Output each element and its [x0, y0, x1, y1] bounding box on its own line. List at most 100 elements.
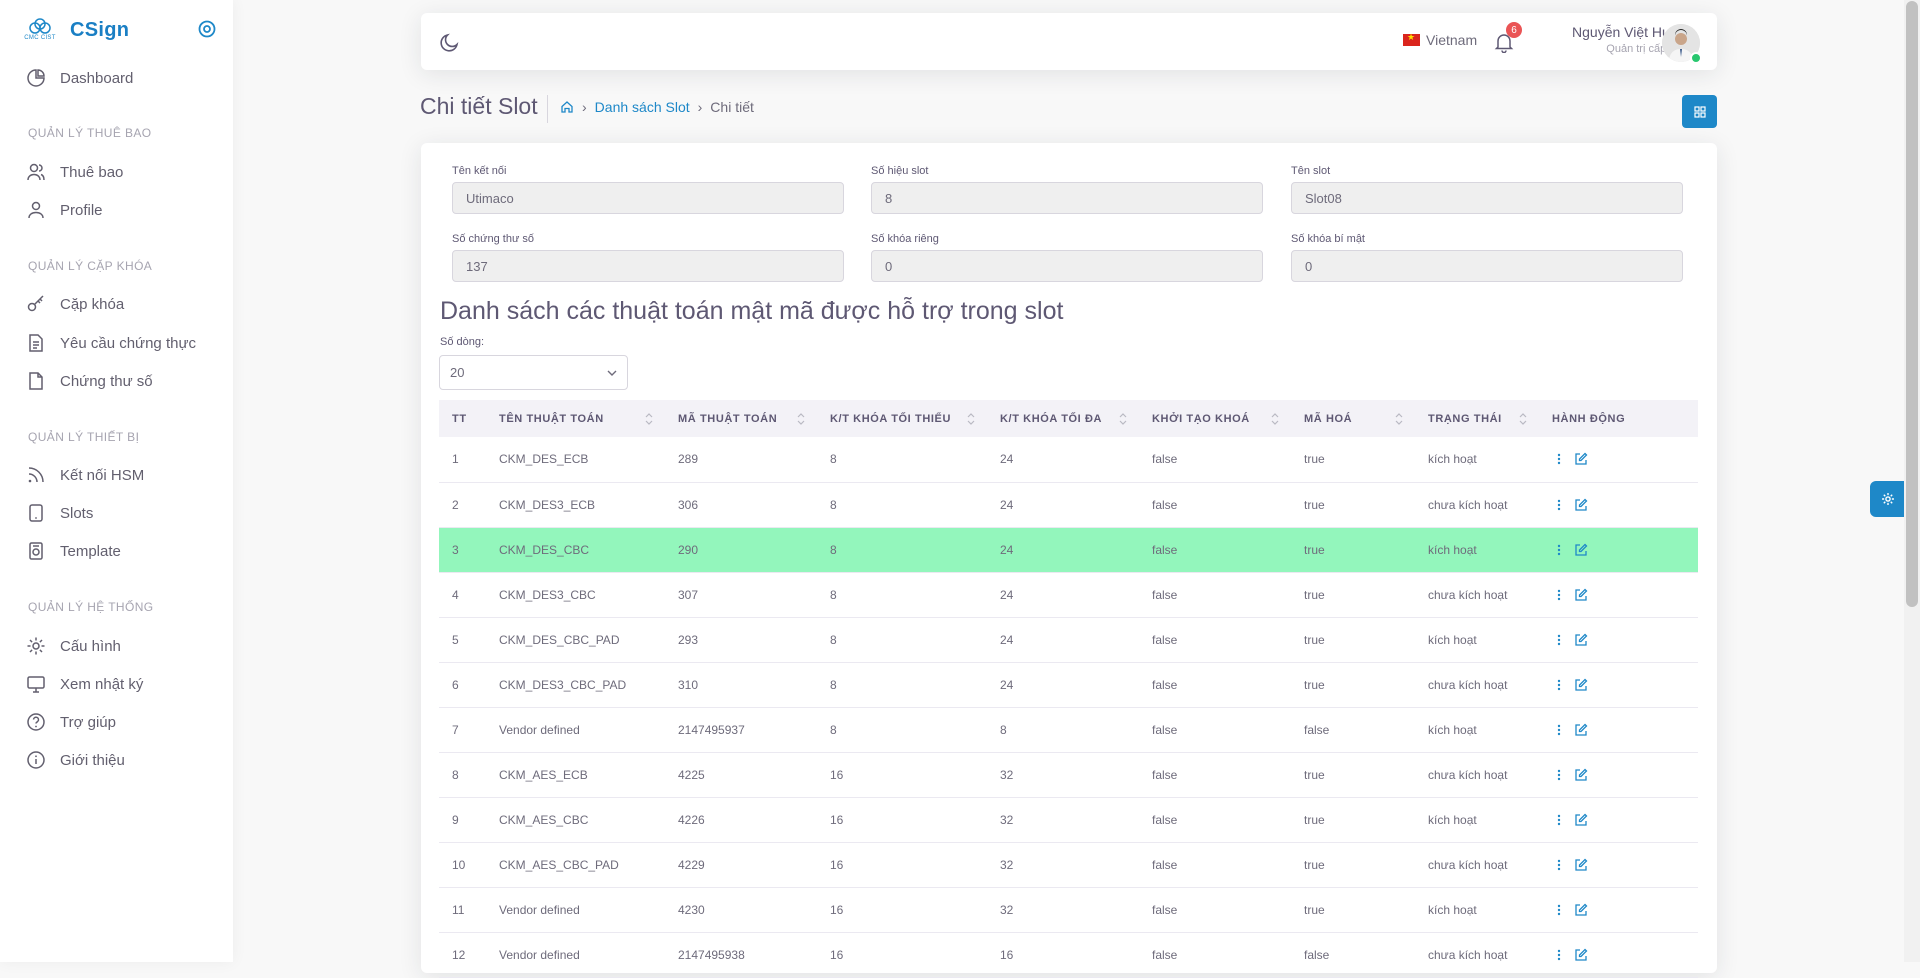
slot-name-label: Tên slot	[1291, 165, 1331, 177]
connection-name-field[interactable]: Utimaco	[452, 182, 844, 214]
more-vertical-icon[interactable]	[1552, 813, 1566, 827]
sidebar-item-certificates[interactable]: Chứng thư số	[26, 370, 153, 392]
column-header-name[interactable]: TÊN THUẬT TOÁN	[486, 400, 665, 437]
edit-icon[interactable]	[1574, 768, 1588, 782]
cell-keygen: false	[1152, 947, 1178, 962]
column-header-code[interactable]: MÃ THUẬT TOÁN	[665, 400, 817, 437]
edit-icon[interactable]	[1574, 588, 1588, 602]
sidebar-item-subscribers[interactable]: Thuê bao	[26, 161, 123, 183]
language-selector[interactable]: Vietnam	[1403, 32, 1477, 48]
sidebar-item-settings[interactable]: Cấu hình	[26, 635, 121, 657]
grid-menu-button[interactable]	[1682, 95, 1717, 128]
sidebar-item-label: Chứng thư số	[60, 372, 153, 390]
sidebar-item-template[interactable]: Template	[26, 540, 121, 562]
table-row[interactable]: 1 CKM_DES_ECB 289 8 24 false true kích hoạt	[439, 437, 1698, 482]
slot-number-field[interactable]: 8	[871, 182, 1263, 214]
cell-encrypt: true	[1304, 632, 1325, 647]
edit-icon[interactable]	[1574, 543, 1588, 557]
algorithms-table-body: 1 CKM_DES_ECB 289 8 24 false true kích hoạt 2 CKM…	[439, 437, 1698, 977]
column-header-status[interactable]: TRẠNG THÁI	[1415, 400, 1539, 437]
column-header-encrypt[interactable]: MÃ HOÁ	[1291, 400, 1415, 437]
rows-per-page-value: 20	[450, 365, 465, 380]
table-row[interactable]: 11 Vendor defined 4230 16 32 false true kích ho…	[439, 887, 1698, 932]
edit-icon[interactable]	[1574, 903, 1588, 917]
column-header-label: MÃ HOÁ	[1304, 412, 1353, 425]
more-vertical-icon[interactable]	[1552, 498, 1566, 512]
edit-icon[interactable]	[1574, 813, 1588, 827]
secret-key-count-field[interactable]: 0	[1291, 250, 1683, 282]
private-key-count-field[interactable]: 0	[871, 250, 1263, 282]
sidebar-toggle-icon[interactable]	[197, 19, 217, 39]
table-row[interactable]: 10 CKM_AES_CBC_PAD 4229 16 32 false true chưa k…	[439, 842, 1698, 887]
private-key-count-label: Số khóa riêng	[871, 233, 939, 245]
cell-status: kích hoạt	[1428, 542, 1477, 557]
cell-encrypt: true	[1304, 452, 1325, 467]
more-vertical-icon[interactable]	[1552, 723, 1566, 737]
moon-icon[interactable]	[439, 31, 461, 53]
cell-actions	[1539, 797, 1698, 842]
table-row[interactable]: 7 Vendor defined 2147495937 8 8 false false kíc…	[439, 707, 1698, 752]
cell-keygen: false	[1152, 632, 1178, 647]
row-actions	[1552, 768, 1698, 782]
column-header-keygen[interactable]: KHỞI TẠO KHOÁ	[1139, 400, 1291, 437]
table-row[interactable]: 2 CKM_DES3_ECB 306 8 24 false true chưa kích ho…	[439, 482, 1698, 527]
customizer-toggle-button[interactable]	[1870, 481, 1906, 517]
sidebar-item-help[interactable]: Trợ giúp	[26, 711, 116, 733]
pie-chart-icon	[27, 69, 45, 87]
cell-status: kích hoạt	[1428, 632, 1477, 647]
sort-icon	[645, 413, 653, 425]
scrollbar-thumb[interactable]	[1906, 1, 1918, 607]
more-vertical-icon[interactable]	[1552, 543, 1566, 557]
cell-max-key: 24	[1000, 677, 1014, 692]
cell-status: chưa kích hoạt	[1428, 587, 1508, 602]
sidebar-item-dashboard[interactable]: Dashboard	[26, 67, 133, 89]
sidebar-item-logs[interactable]: Xem nhật ký	[26, 673, 143, 695]
cell-index: 10	[452, 857, 466, 872]
sidebar-item-profile[interactable]: Profile	[26, 199, 103, 221]
table-row[interactable]: 6 CKM_DES3_CBC_PAD 310 8 24 false true chưa kíc…	[439, 662, 1698, 707]
table-row[interactable]: 5 CKM_DES_CBC_PAD 293 8 24 false true kích hoạt	[439, 617, 1698, 662]
table-row[interactable]: 8 CKM_AES_ECB 4225 16 32 false true chưa kích h…	[439, 752, 1698, 797]
edit-icon[interactable]	[1574, 633, 1588, 647]
table-row[interactable]: 4 CKM_DES3_CBC 307 8 24 false true chưa kích ho…	[439, 572, 1698, 617]
cert-count-field[interactable]: 137	[452, 250, 844, 282]
more-vertical-icon[interactable]	[1552, 903, 1566, 917]
cell-status: kích hoạt	[1428, 452, 1477, 467]
sort-icon	[967, 413, 975, 425]
edit-icon[interactable]	[1574, 948, 1588, 962]
more-vertical-icon[interactable]	[1552, 858, 1566, 872]
breadcrumb-slot-list[interactable]: Danh sách Slot	[595, 99, 690, 115]
more-vertical-icon[interactable]	[1552, 633, 1566, 647]
sidebar-item-about[interactable]: Giới thiệu	[26, 749, 125, 771]
more-vertical-icon[interactable]	[1552, 452, 1566, 466]
edit-icon[interactable]	[1574, 858, 1588, 872]
brand[interactable]: CMC CIST CSign	[24, 18, 129, 42]
edit-icon[interactable]	[1574, 452, 1588, 466]
sidebar-item-cert-requests[interactable]: Yêu cầu chứng thực	[26, 332, 196, 354]
chevron-right-icon: ›	[697, 99, 703, 115]
edit-icon[interactable]	[1574, 498, 1588, 512]
cell-keygen: false	[1152, 542, 1178, 557]
rows-per-page-select[interactable]: 20	[439, 355, 628, 390]
more-vertical-icon[interactable]	[1552, 588, 1566, 602]
more-vertical-icon[interactable]	[1552, 768, 1566, 782]
table-row[interactable]: 3 CKM_DES_CBC 290 8 24 false true kích hoạt	[439, 527, 1698, 572]
more-vertical-icon[interactable]	[1552, 948, 1566, 962]
column-header-min-key[interactable]: K/T KHÓA TỐI THIỂU	[817, 400, 987, 437]
sidebar-item-keypairs[interactable]: Cặp khóa	[26, 293, 124, 315]
home-icon[interactable]	[560, 100, 574, 114]
sidebar-item-label: Cấu hình	[60, 637, 121, 655]
table-row[interactable]: 9 CKM_AES_CBC 4226 16 32 false true kích hoạt	[439, 797, 1698, 842]
edit-icon[interactable]	[1574, 723, 1588, 737]
cell-max-key: 32	[1000, 767, 1014, 782]
cell-code: 2147495937	[678, 722, 745, 737]
edit-icon[interactable]	[1574, 678, 1588, 692]
sidebar-item-hsm-connections[interactable]: Kết nối HSM	[26, 464, 144, 486]
column-header-max-key[interactable]: K/T KHÓA TỐI ĐA	[987, 400, 1139, 437]
sidebar-item-slots[interactable]: Slots	[26, 502, 93, 524]
table-row[interactable]: 12 Vendor defined 2147495938 16 16 false false…	[439, 932, 1698, 977]
cell-max-key: 16	[1000, 947, 1014, 962]
slot-name-field[interactable]: Slot08	[1291, 182, 1683, 214]
file-text-icon	[29, 334, 43, 352]
more-vertical-icon[interactable]	[1552, 678, 1566, 692]
